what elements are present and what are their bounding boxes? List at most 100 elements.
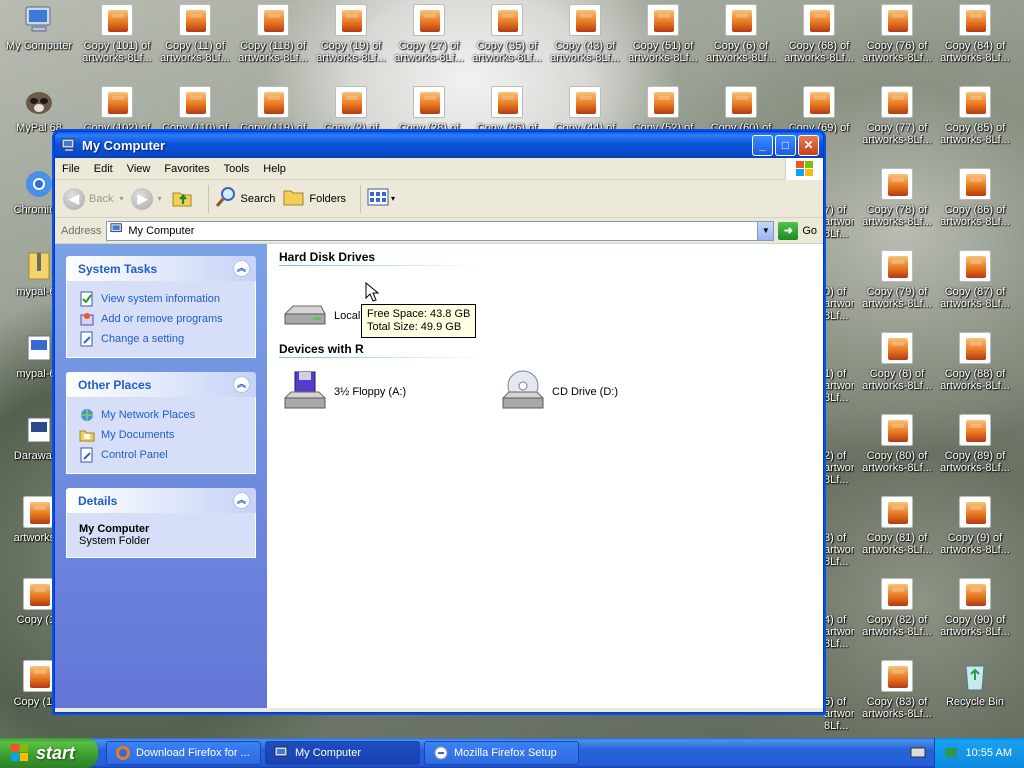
desktop-icon-artwork[interactable]: Copy (69) of: [780, 86, 858, 134]
desktop-icon-artwork[interactable]: Copy (28) of: [390, 86, 468, 134]
control-panel-link[interactable]: Control Panel: [79, 445, 243, 465]
desktop-icon-artwork[interactable]: Copy (36) of: [468, 86, 546, 134]
desktop-icon-artwork[interactable]: Copy (119) of: [234, 86, 312, 134]
image-file-icon: [23, 496, 55, 528]
up-folder-button[interactable]: [170, 185, 194, 212]
desktop-icon-artwork[interactable]: Copy (68) of artworks-8Lf...: [780, 4, 858, 64]
desktop-icon-recycle-bin[interactable]: Recycle Bin: [936, 660, 1014, 708]
menu-help[interactable]: Help: [256, 163, 293, 175]
desktop-icon-artwork[interactable]: Copy (102) of: [78, 86, 156, 134]
desktop-icon-label-partial: 1) of artworks-8Lf...: [824, 368, 854, 404]
go-button[interactable]: ➜ Go: [778, 221, 817, 240]
change-setting-link[interactable]: Change a setting: [79, 329, 243, 349]
menu-tools[interactable]: Tools: [217, 163, 257, 175]
minimize-button[interactable]: _: [752, 134, 773, 156]
other-places-header[interactable]: Other Places ︽: [66, 372, 256, 397]
task-my-computer[interactable]: My Computer: [265, 741, 420, 765]
search-button[interactable]: Search: [215, 186, 275, 211]
desktop-icon-artwork[interactable]: Copy (11) of artworks-8Lf...: [156, 4, 234, 64]
title-bar[interactable]: My Computer _ □ ✕: [55, 132, 823, 158]
details-header[interactable]: Details ︽: [66, 488, 256, 513]
desktop-icon-artwork[interactable]: Copy (89) of artworks-8Lf...: [936, 414, 1014, 474]
desktop-icon-artwork[interactable]: Copy (90) of artworks-8Lf...: [936, 578, 1014, 638]
desktop-icon-artwork[interactable]: Copy (110) of: [156, 86, 234, 134]
desktop-icon-artwork[interactable]: Copy (35) of artworks-8Lf...: [468, 4, 546, 64]
desktop-icon-artwork[interactable]: Copy (78) of artworks-8Lf...: [858, 168, 936, 228]
close-button[interactable]: ✕: [798, 134, 819, 156]
desktop-icon-label: Copy (78) of artworks-8Lf...: [862, 204, 932, 228]
system-tasks-header[interactable]: System Tasks ︽: [66, 256, 256, 281]
add-remove-programs-link[interactable]: Add or remove programs: [79, 309, 243, 329]
desktop-icon-artwork[interactable]: Copy (8) of artworks-8Lf...: [858, 332, 936, 392]
desktop-icon-artwork[interactable]: Copy (43) of artworks-8Lf...: [546, 4, 624, 64]
desktop-icon-artwork[interactable]: Copy (85) of artworks-8Lf...: [936, 86, 1014, 146]
details-type: System Folder: [79, 535, 150, 547]
desktop-icon-artwork[interactable]: Copy (79) of artworks-8Lf...: [858, 250, 936, 310]
maximize-button[interactable]: □: [775, 134, 796, 156]
desktop-icon-artwork[interactable]: Copy (86) of artworks-8Lf...: [936, 168, 1014, 228]
back-button[interactable]: ◀ Back ▾: [63, 187, 123, 210]
desktop-icon-artwork[interactable]: Copy (118) of artworks-8Lf...: [234, 4, 312, 64]
menu-edit[interactable]: Edit: [87, 163, 120, 175]
desktop-icon-artwork[interactable]: Copy (81) of artworks-8Lf...: [858, 496, 936, 556]
link-label: My Network Places: [101, 409, 196, 421]
menu-favorites[interactable]: Favorites: [157, 163, 216, 175]
desktop-icon-artwork[interactable]: Copy (88) of artworks-8Lf...: [936, 332, 1014, 392]
task-download-firefox[interactable]: Download Firefox for ...: [106, 741, 261, 765]
desktop-icon-artwork[interactable]: Copy (82) of artworks-8Lf...: [858, 578, 936, 638]
menu-view[interactable]: View: [120, 163, 158, 175]
desktop-icon-artwork[interactable]: Copy (2) of: [312, 86, 390, 134]
desktop-icon-artwork[interactable]: Copy (27) of artworks-8Lf...: [390, 4, 468, 64]
image-file-icon: [881, 4, 913, 36]
network-icon[interactable]: [944, 746, 958, 760]
desktop-icon-artwork[interactable]: Copy (52) of: [624, 86, 702, 134]
desktop-icon-mypal[interactable]: MyPal 68: [0, 86, 78, 134]
menu-file[interactable]: File: [55, 163, 87, 175]
desktop-icon-artwork[interactable]: Copy (6) of artworks-8Lf...: [702, 4, 780, 64]
desktop-icon-artwork[interactable]: Copy (101) of artworks-8Lf...: [78, 4, 156, 64]
image-file-icon: [569, 86, 601, 118]
image-file-icon: [881, 86, 913, 118]
view-system-info-link[interactable]: View system information: [79, 289, 243, 309]
desktop-icon-artwork[interactable]: Copy (84) of artworks-8Lf...: [936, 4, 1014, 64]
desktop-icon-my-computer[interactable]: My Computer: [0, 4, 78, 52]
desktop-icon-artwork[interactable]: Copy (83) of artworks-8Lf...: [858, 660, 936, 720]
system-info-icon: [79, 291, 95, 307]
desktop-icon-artwork[interactable]: Copy (51) of artworks-8Lf...: [624, 4, 702, 64]
link-label: View system information: [101, 293, 221, 305]
address-input[interactable]: My Computer ▼: [106, 220, 775, 241]
forward-button[interactable]: ▶ ▾: [131, 187, 162, 210]
keyboard-icon[interactable]: [910, 745, 926, 762]
back-dropdown-icon[interactable]: ▾: [119, 194, 123, 203]
image-file-icon: [881, 250, 913, 282]
my-network-places-link[interactable]: My Network Places: [79, 405, 243, 425]
desktop-icon-artwork[interactable]: Copy (77) of artworks-8Lf...: [858, 86, 936, 146]
my-documents-link[interactable]: My Documents: [79, 425, 243, 445]
system-tray: 10:55 AM: [934, 738, 1024, 768]
drive-floppy-a[interactable]: 3½ Floppy (A:): [281, 368, 406, 416]
task-firefox-setup[interactable]: Mozilla Firefox Setup: [424, 741, 579, 765]
collapse-chevron-icon[interactable]: ︽: [233, 260, 250, 277]
desktop-icon-artwork[interactable]: Copy (9) of artworks-8Lf...: [936, 496, 1014, 556]
forward-dropdown-icon[interactable]: ▾: [157, 194, 161, 203]
drive-cd-d[interactable]: CD Drive (D:): [499, 368, 618, 416]
collapse-chevron-icon[interactable]: ︽: [233, 492, 250, 509]
desktop-icon-artwork[interactable]: Copy (76) of artworks-8Lf...: [858, 4, 936, 64]
desktop-icon-artwork[interactable]: Copy (87) of artworks-8Lf...: [936, 250, 1014, 310]
image-file-icon: [881, 578, 913, 610]
collapse-chevron-icon[interactable]: ︽: [233, 376, 250, 393]
address-dropdown-icon[interactable]: ▼: [757, 221, 774, 240]
menu-bar: File Edit View Favorites Tools Help: [55, 158, 823, 180]
system-tasks-panel: System Tasks ︽ View system information A…: [66, 256, 256, 358]
start-button[interactable]: start: [0, 738, 98, 768]
folders-button[interactable]: Folders: [283, 187, 346, 210]
window-content: System Tasks ︽ View system information A…: [55, 244, 823, 708]
link-label: Add or remove programs: [101, 313, 223, 325]
search-icon: [215, 186, 237, 211]
desktop-icon-artwork[interactable]: Copy (60) of: [702, 86, 780, 134]
desktop-icon-artwork[interactable]: Copy (80) of artworks-8Lf...: [858, 414, 936, 474]
desktop-icon-artwork[interactable]: Copy (19) of artworks-8Lf...: [312, 4, 390, 64]
desktop-icon-artwork[interactable]: Copy (44) of: [546, 86, 624, 134]
views-button[interactable]: ▾: [367, 188, 395, 209]
desktop-icon-label: Copy (19) of artworks-8Lf...: [316, 40, 386, 64]
